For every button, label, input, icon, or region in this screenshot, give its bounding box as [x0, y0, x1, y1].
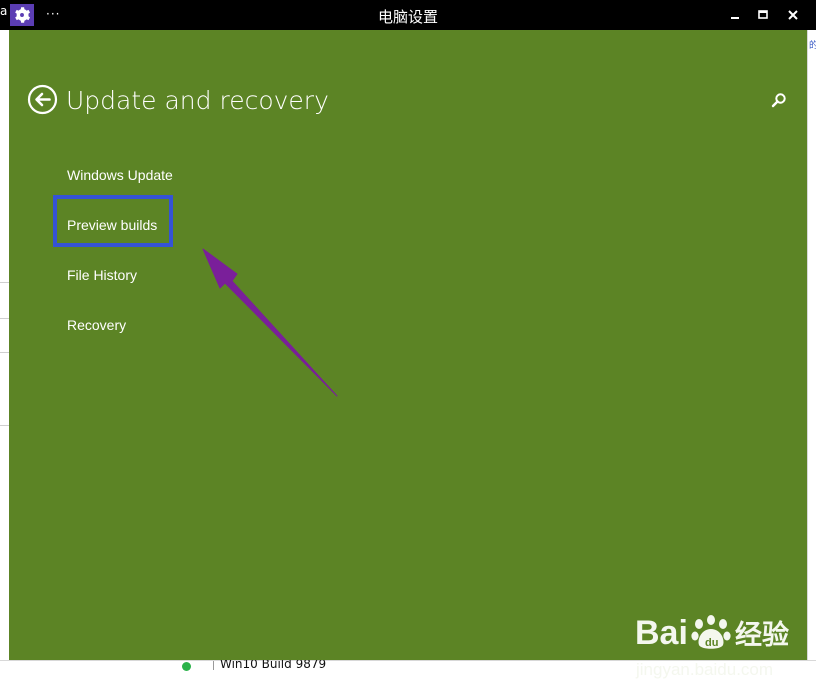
background-divider — [0, 425, 9, 426]
nav-item-file-history[interactable]: File History — [67, 266, 137, 284]
maximize-icon[interactable] — [750, 4, 776, 26]
watermark-logo: Bai du 经验 — [635, 610, 805, 663]
status-dot-icon — [182, 662, 191, 671]
background-fragment-text: 的 — [809, 41, 816, 51]
settings-window: Update and recovery Windows Update Previ… — [9, 30, 807, 679]
title-bar: a ··· 电脑设置 — [0, 0, 816, 30]
close-icon[interactable] — [780, 4, 806, 26]
watermark-site: jingyan.baidu.com — [636, 660, 774, 679]
back-arrow-circle-icon[interactable] — [27, 84, 58, 115]
svg-text:du: du — [705, 637, 718, 649]
highlight-box — [53, 195, 173, 247]
background-divider — [0, 352, 9, 353]
minimize-icon[interactable] — [722, 4, 748, 26]
background-divider — [0, 282, 9, 283]
page-title: Update and recovery — [66, 86, 329, 115]
baidu-watermark: Bai du 经验 jingyan.baidu.com — [635, 610, 805, 685]
background-right-strip: 的 — [807, 30, 816, 660]
nav-item-windows-update[interactable]: Windows Update — [67, 166, 173, 184]
svg-text:Bai: Bai — [635, 614, 688, 652]
nav-item-recovery[interactable]: Recovery — [67, 316, 126, 334]
search-icon[interactable] — [769, 90, 789, 110]
window-title: 电脑设置 — [377, 8, 438, 26]
svg-text:经验: 经验 — [735, 619, 789, 651]
background-divider — [0, 318, 9, 319]
